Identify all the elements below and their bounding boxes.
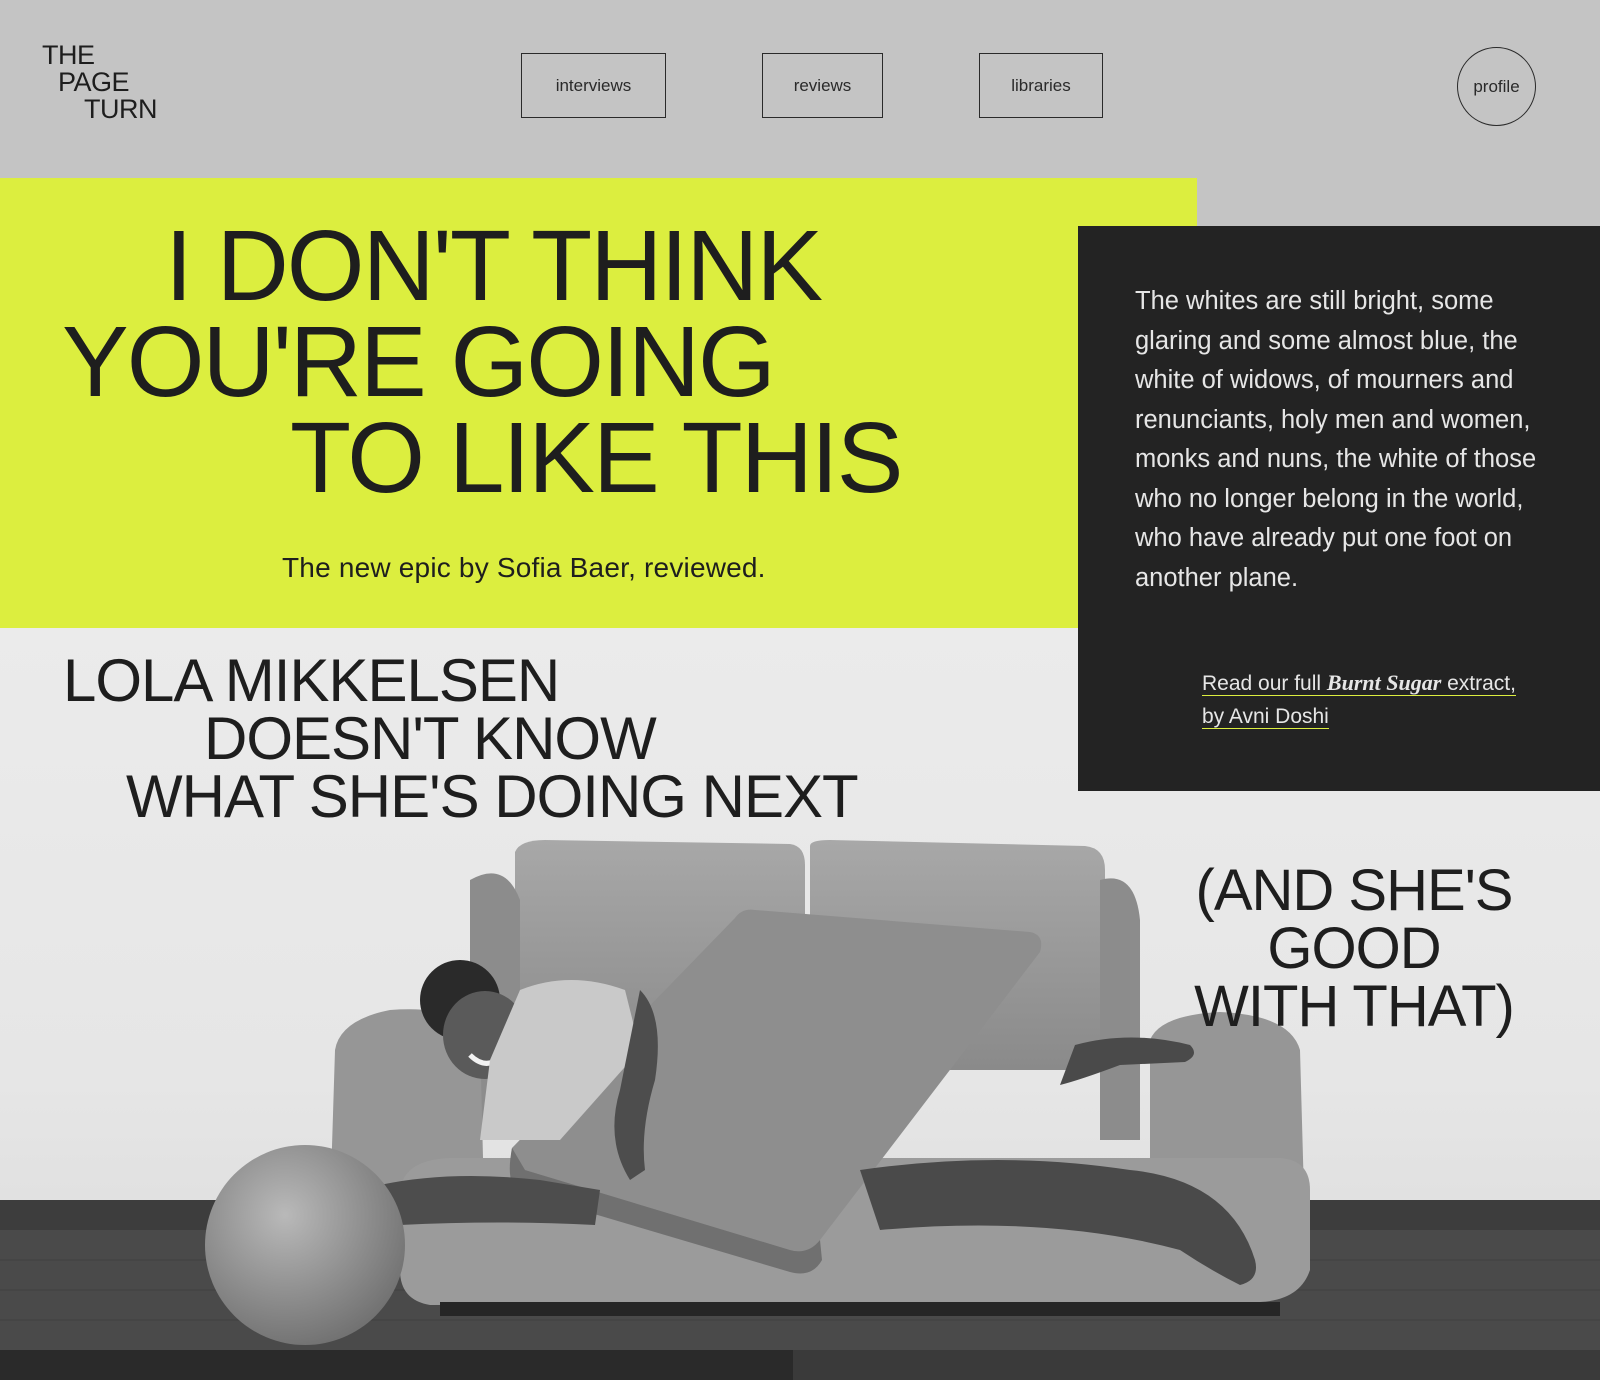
headline-line: LOLA MIKKELSEN xyxy=(63,647,560,714)
feature-aside-headline: (AND SHE'S GOOD WITH THAT) xyxy=(1154,862,1554,1036)
logo-line: TURN xyxy=(84,94,158,124)
logo-line: PAGE xyxy=(58,67,130,97)
hero-headline[interactable]: I DON'T THINK YOU'RE GOING TO LIKE THIS xyxy=(0,210,1100,514)
site-logo[interactable]: THE PAGE TURN xyxy=(42,40,158,124)
extract-quote: The whites are still bright, some glarin… xyxy=(1135,287,1537,592)
link-prefix: Read our full xyxy=(1202,672,1327,695)
nav-libraries-button[interactable]: libraries xyxy=(979,53,1103,118)
profile-button[interactable]: profile xyxy=(1457,47,1536,126)
headline-line: I DON'T THINK xyxy=(165,210,823,322)
link-author: by Avni Doshi xyxy=(1202,705,1329,729)
bottom-bar xyxy=(0,1350,793,1380)
nav-reviews-button[interactable]: reviews xyxy=(762,53,883,118)
aside-line: WITH THAT) xyxy=(1194,974,1515,1039)
hero-subtitle: The new epic by Sofia Baer, reviewed. xyxy=(282,552,766,583)
headline-line: TO LIKE THIS xyxy=(290,402,903,514)
extract-panel: The whites are still bright, some glarin… xyxy=(1078,226,1600,791)
logo-line: THE xyxy=(42,40,95,70)
extract-link[interactable]: Read our full Burnt Sugar extract, by Av… xyxy=(1202,666,1562,733)
feature-headline[interactable]: LOLA MIKKELSEN DOESN'T KNOW WHAT SHE'S D… xyxy=(0,647,859,830)
headline-line: WHAT SHE'S DOING NEXT xyxy=(126,763,859,830)
nav-interviews-button[interactable]: interviews xyxy=(521,53,666,118)
aside-line: (AND SHE'S xyxy=(1195,858,1514,923)
ball xyxy=(205,1145,405,1345)
headline-line: DOESN'T KNOW xyxy=(204,705,657,772)
link-suffix: extract, xyxy=(1441,672,1516,695)
headline-line: YOU'RE GOING xyxy=(62,306,776,418)
book-title: Burnt Sugar xyxy=(1326,670,1442,695)
bottom-bar xyxy=(793,1350,1600,1380)
aside-line: GOOD xyxy=(1267,916,1441,981)
